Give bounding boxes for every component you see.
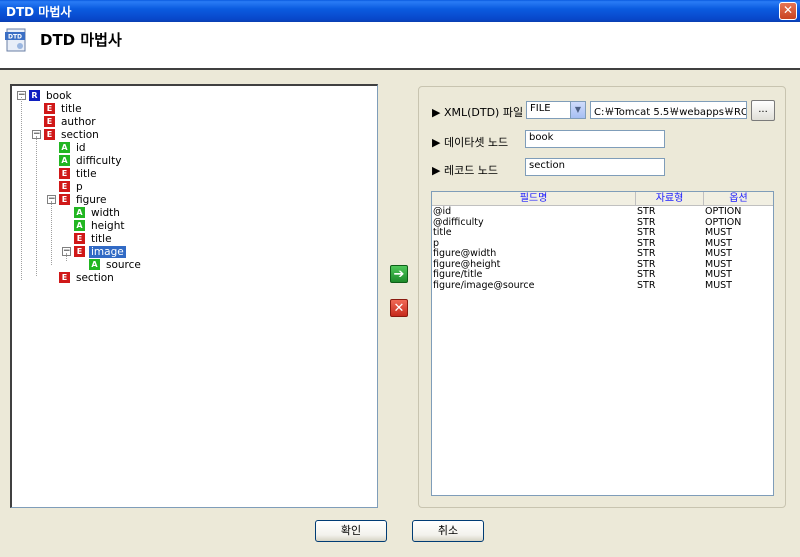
column-header-field-name[interactable]: 필드명 (432, 192, 636, 206)
dialog-header: DTD DTD 마법사 (0, 22, 800, 70)
attribute-node-icon: A (89, 259, 100, 270)
file-path-input[interactable]: C:￦Tomcat 5.5￦webapps￦ROO (590, 101, 747, 119)
table-row[interactable]: @id STR OPTION (432, 207, 773, 218)
cell-data-type: STR (637, 206, 656, 217)
add-field-button[interactable]: ➔ (390, 265, 408, 283)
column-header-data-type[interactable]: 자료형 (636, 192, 704, 206)
cell-field-name: figure@width (433, 248, 497, 259)
source-type-select[interactable]: FILE ▼ (526, 101, 586, 119)
tree-node-label[interactable]: author (59, 116, 98, 128)
element-node-icon: E (44, 103, 55, 114)
tree-node-label[interactable]: width (89, 207, 122, 219)
element-node-icon: E (44, 116, 55, 127)
attribute-node-icon: A (74, 220, 85, 231)
tree-node-label[interactable]: title (74, 168, 99, 180)
cell-option: MUST (705, 227, 732, 238)
page-title: DTD 마법사 (40, 31, 122, 49)
tree-node-label[interactable]: source (104, 259, 143, 271)
cell-field-name: title (433, 227, 452, 238)
cell-data-type: STR (637, 279, 656, 291)
tree-node[interactable]: Asource (89, 258, 143, 271)
field-grid[interactable]: 필드명 자료형 옵션 @id STR OPTION @difficulty STR OPT… (431, 191, 774, 496)
tree-node[interactable]: Etitle (74, 232, 114, 245)
chevron-down-icon[interactable]: ▼ (570, 102, 585, 118)
grid-header: 필드명 자료형 옵션 (432, 192, 773, 206)
tree-connector (21, 97, 22, 280)
attribute-node-icon: A (59, 142, 70, 153)
element-node-icon: E (59, 181, 70, 192)
tree-node-label[interactable]: title (59, 103, 84, 115)
record-node-label: ▶ 레코드 노드 (432, 164, 499, 177)
dtd-file-icon: DTD (5, 28, 26, 52)
element-node-icon: E (59, 272, 70, 283)
cell-option: OPTION (705, 206, 742, 217)
tree-connector (66, 253, 67, 261)
tree-node-label[interactable]: p (74, 181, 85, 193)
table-row[interactable]: figure/title STR MUST (432, 270, 773, 281)
element-node-icon: E (59, 168, 70, 179)
tree-node[interactable]: Adifficulty (59, 154, 123, 167)
dataset-node-input[interactable]: book (525, 130, 665, 148)
close-icon[interactable]: ✕ (779, 2, 797, 20)
tree-node[interactable]: Ep (59, 180, 85, 193)
svg-text:DTD: DTD (8, 34, 22, 41)
cell-data-type: STR (637, 269, 656, 280)
tree-node[interactable]: Aheight (74, 219, 126, 232)
cell-field-name: @difficulty (433, 216, 484, 228)
table-row[interactable]: figure/image@source STR MUST (432, 279, 773, 292)
cell-option: MUST (705, 269, 732, 280)
element-node-icon: E (74, 233, 85, 244)
tree-node[interactable]: − Rbook (17, 89, 74, 102)
remove-field-button[interactable]: ✕ (390, 299, 408, 317)
dataset-node-label: ▶ 데이타셋 노드 (432, 136, 509, 149)
tree-node[interactable]: Etitle (59, 167, 99, 180)
cell-option: MUST (705, 279, 732, 291)
attribute-node-icon: A (59, 155, 70, 166)
element-node-icon: E (44, 129, 55, 140)
dtd-tree-panel[interactable]: − Rbook Etitle Eauthor − Esection Aid Adifficul… (10, 84, 378, 508)
tree-node[interactable]: − Efigure (47, 193, 108, 206)
attribute-node-icon: A (74, 207, 85, 218)
tree-node-label[interactable]: section (59, 129, 101, 141)
tree-node[interactable]: Etitle (44, 102, 84, 115)
tree-node[interactable]: − Eimage (62, 245, 126, 258)
tree-node-label[interactable]: title (89, 233, 114, 245)
tree-node[interactable]: Aid (59, 141, 88, 154)
tree-connector (51, 201, 52, 265)
column-header-option[interactable]: 옵션 (704, 192, 773, 206)
browse-button[interactable]: ... (751, 100, 775, 121)
ok-button[interactable]: 확인 (315, 520, 387, 542)
tree-node[interactable]: Esection (59, 271, 116, 284)
cancel-button[interactable]: 취소 (412, 520, 484, 542)
cell-field-name: @id (433, 206, 452, 217)
xml-file-label: ▶ XML(DTD) 파일 (432, 106, 524, 119)
cell-field-name: figure/title (433, 269, 483, 280)
tree-node[interactable]: − Esection (32, 128, 101, 141)
tree-node-label[interactable]: image (89, 245, 126, 258)
table-row[interactable]: title STR MUST (432, 228, 773, 239)
cell-data-type: STR (637, 227, 656, 238)
tree-connector (36, 136, 37, 276)
record-node-input[interactable]: section (525, 158, 665, 176)
root-node-icon: R (29, 90, 40, 101)
cell-data-type: STR (637, 248, 656, 259)
window-title: DTD 마법사 (6, 4, 72, 19)
cell-field-name: figure/image@source (433, 279, 535, 291)
source-type-value: FILE (530, 103, 551, 114)
tree-node[interactable]: Eauthor (44, 115, 98, 128)
table-row[interactable]: figure@width STR MUST (432, 249, 773, 260)
element-node-icon: E (74, 246, 85, 257)
tree-node-label[interactable]: book (44, 90, 74, 102)
tree-node-label[interactable]: difficulty (74, 155, 123, 167)
element-node-icon: E (59, 194, 70, 205)
window-titlebar: DTD 마법사 ✕ (0, 0, 800, 22)
tree-node-label[interactable]: height (89, 220, 126, 232)
tree-node[interactable]: Awidth (74, 206, 122, 219)
tree-node-label[interactable]: id (74, 142, 88, 154)
cell-option: MUST (705, 248, 732, 259)
tree-node-label[interactable]: figure (74, 194, 108, 206)
tree-node-label[interactable]: section (74, 272, 116, 284)
